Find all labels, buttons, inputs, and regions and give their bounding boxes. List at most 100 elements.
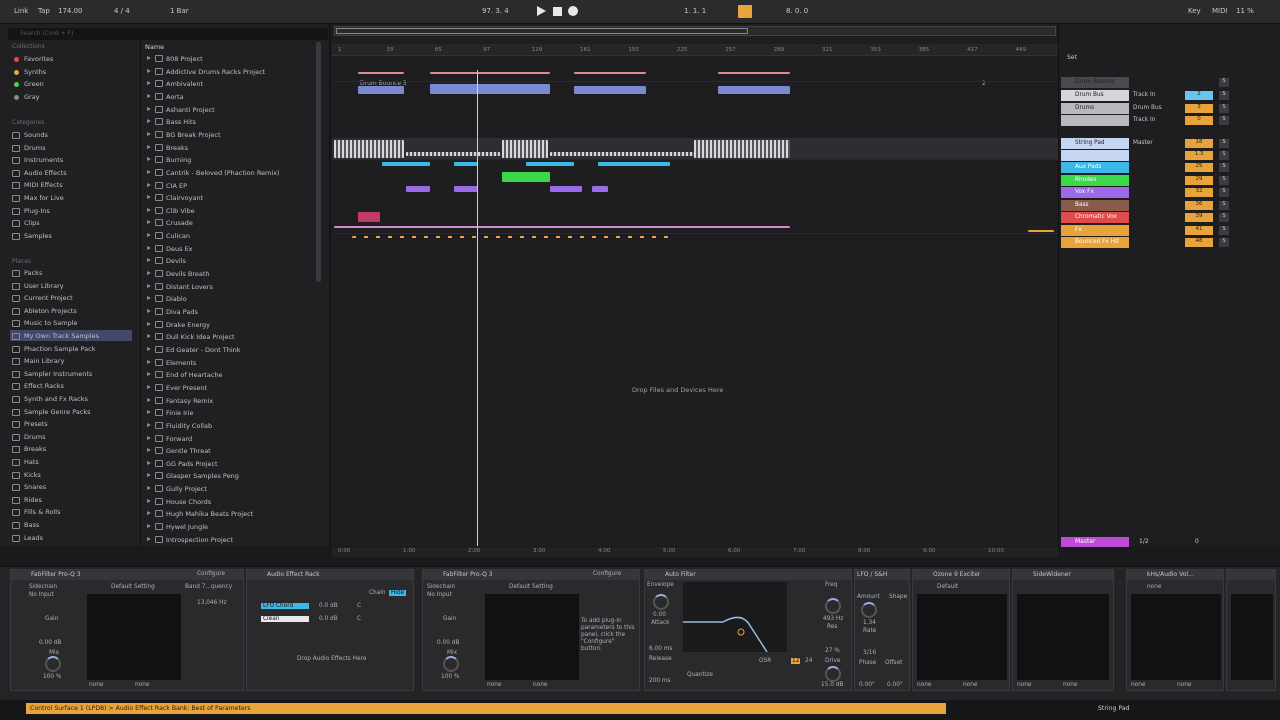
solo-button[interactable]: S [1219, 213, 1229, 222]
folder-item[interactable]: Gentle Threat [166, 447, 211, 455]
folder-item[interactable]: 808 Project [166, 55, 203, 63]
expand-triangle-icon[interactable] [147, 182, 151, 187]
offset-value[interactable]: 0.00° [887, 682, 903, 688]
key-map-button[interactable]: Key [1188, 7, 1201, 15]
folder-item[interactable]: Clib Vibe [166, 207, 195, 215]
category-item[interactable]: Instruments [24, 156, 63, 164]
clip[interactable] [406, 152, 500, 156]
playhead[interactable] [477, 70, 478, 546]
mixer-track-row[interactable]: Drum Bus Track In 2 S [1061, 90, 1279, 101]
mixer-track-row[interactable]: Chromatic Vox 39 S [1061, 212, 1279, 223]
clip[interactable] [358, 212, 380, 222]
clip[interactable] [454, 186, 478, 192]
quantize-menu[interactable]: 1 Bar [170, 7, 189, 15]
xy-display[interactable] [485, 594, 579, 680]
clip[interactable] [1028, 230, 1054, 232]
expand-triangle-icon[interactable] [147, 486, 151, 491]
track-name[interactable]: Chromatic Vox [1061, 212, 1129, 223]
collection-item[interactable]: Green [24, 80, 44, 88]
freq-knob[interactable] [825, 598, 841, 614]
y-mapping[interactable]: none [135, 682, 149, 688]
clip[interactable] [550, 186, 582, 192]
folder-item[interactable]: Deus Ex [166, 245, 193, 253]
mixer-track-row[interactable]: Bass 36 S [1061, 200, 1279, 211]
clip[interactable] [598, 162, 670, 166]
x-mapping[interactable]: none [917, 682, 931, 688]
folder-item[interactable]: Distant Lovers [166, 283, 213, 291]
solo-button[interactable]: S [1219, 188, 1229, 197]
solo-button[interactable]: S [1219, 78, 1229, 87]
folder-item[interactable]: Ever Present [166, 384, 207, 392]
xy-display[interactable] [1231, 594, 1273, 680]
clip[interactable] [550, 152, 694, 156]
track-name[interactable] [1061, 115, 1129, 126]
category-item[interactable]: Clips [24, 219, 40, 227]
slope-12[interactable]: 12 [791, 658, 801, 664]
folder-item[interactable]: Glasper Samples Peng [166, 472, 239, 480]
track-number[interactable]: 25 [1185, 163, 1213, 172]
sidechain-input[interactable]: No Input [427, 592, 452, 598]
solo-button[interactable]: S [1219, 163, 1229, 172]
solo-button[interactable]: S [1219, 176, 1229, 185]
expand-triangle-icon[interactable] [147, 220, 151, 225]
track-name[interactable]: Rhodes [1061, 175, 1129, 186]
master-output[interactable]: 1/2 [1139, 538, 1149, 545]
expand-triangle-icon[interactable] [147, 536, 151, 541]
song-position[interactable]: 97. 3. 4 [482, 7, 509, 15]
chain-pan[interactable]: C [357, 616, 361, 622]
expand-triangle-icon[interactable] [147, 157, 151, 162]
category-item[interactable]: Max for Live [24, 194, 64, 202]
mixer-track-row[interactable]: Aux Pads 25 S [1061, 162, 1279, 173]
solo-button[interactable]: S [1219, 238, 1229, 247]
release-value[interactable]: 200 ms [649, 678, 671, 684]
beat-ruler[interactable]: 1 33 65 97 129 161 193 225 257 289 321 353 385 417 449 [332, 44, 1058, 56]
device-sidewidener[interactable]: SideWidener none none [1012, 569, 1114, 691]
folder-item[interactable]: Crusade [166, 219, 193, 227]
solo-button[interactable]: S [1219, 226, 1229, 235]
record-icon[interactable] [568, 6, 578, 16]
places-item[interactable]: Synth and Fx Racks [24, 395, 88, 403]
expand-triangle-icon[interactable] [147, 511, 151, 516]
track-name[interactable]: Fx [1061, 225, 1129, 236]
hide-chains-button[interactable]: Hide [389, 590, 407, 596]
category-item[interactable]: Plug-Ins [24, 207, 50, 215]
folder-item[interactable]: GG Pads Project [166, 460, 218, 468]
folder-item[interactable]: Ambivalent [166, 80, 203, 88]
stop-icon[interactable] [553, 7, 562, 16]
track-name[interactable]: String Pad [1061, 138, 1129, 149]
expand-triangle-icon[interactable] [147, 258, 151, 263]
folder-item[interactable]: Cantrik - Beloved (Phaction Remix) [166, 169, 280, 177]
folder-item[interactable]: Finie Irie [166, 409, 193, 417]
places-item[interactable]: Music to Sample [24, 319, 78, 327]
places-item[interactable]: My Own Track Samples [24, 332, 99, 340]
device-auto-filter[interactable]: Auto Filter Envelope 0.00 Attack 6.00 ms… [644, 569, 852, 691]
expand-triangle-icon[interactable] [147, 56, 151, 60]
configure-button[interactable]: Configure [197, 571, 225, 577]
chain-volume[interactable]: 0.0 dB [319, 616, 338, 622]
places-item[interactable]: User Library [24, 282, 64, 290]
xy-display[interactable] [1017, 594, 1109, 680]
param-value[interactable]: 13,046 Hz [197, 600, 227, 606]
phase-value[interactable]: 0.00° [859, 682, 875, 688]
clip[interactable] [406, 186, 430, 192]
collection-item[interactable]: Synths [24, 68, 46, 76]
expand-triangle-icon[interactable] [147, 372, 151, 377]
expand-triangle-icon[interactable] [147, 473, 151, 478]
expand-triangle-icon[interactable] [147, 296, 151, 301]
device-fabfilter-2[interactable]: FabFilter Pro-Q 3 Configure Sidechain No… [422, 569, 640, 691]
folder-item[interactable]: CIA EP [166, 182, 187, 190]
y-mapping[interactable]: none [1177, 682, 1191, 688]
preset-name[interactable]: Default Setting [509, 584, 553, 590]
expand-triangle-icon[interactable] [147, 106, 151, 111]
master-volume[interactable]: 0 [1195, 538, 1199, 545]
folder-item[interactable]: BG Break Project [166, 131, 221, 139]
amount-knob[interactable] [861, 602, 877, 618]
track-name[interactable]: Bass [1061, 200, 1129, 211]
solo-button[interactable]: S [1219, 104, 1229, 113]
track-name[interactable]: Drums [1061, 103, 1129, 114]
places-item[interactable]: Packs [24, 269, 42, 277]
track-name[interactable] [1061, 150, 1129, 161]
expand-triangle-icon[interactable] [147, 460, 151, 465]
preset-name[interactable]: none [1147, 584, 1161, 590]
folder-item[interactable]: Fantasy Remix [166, 397, 213, 405]
